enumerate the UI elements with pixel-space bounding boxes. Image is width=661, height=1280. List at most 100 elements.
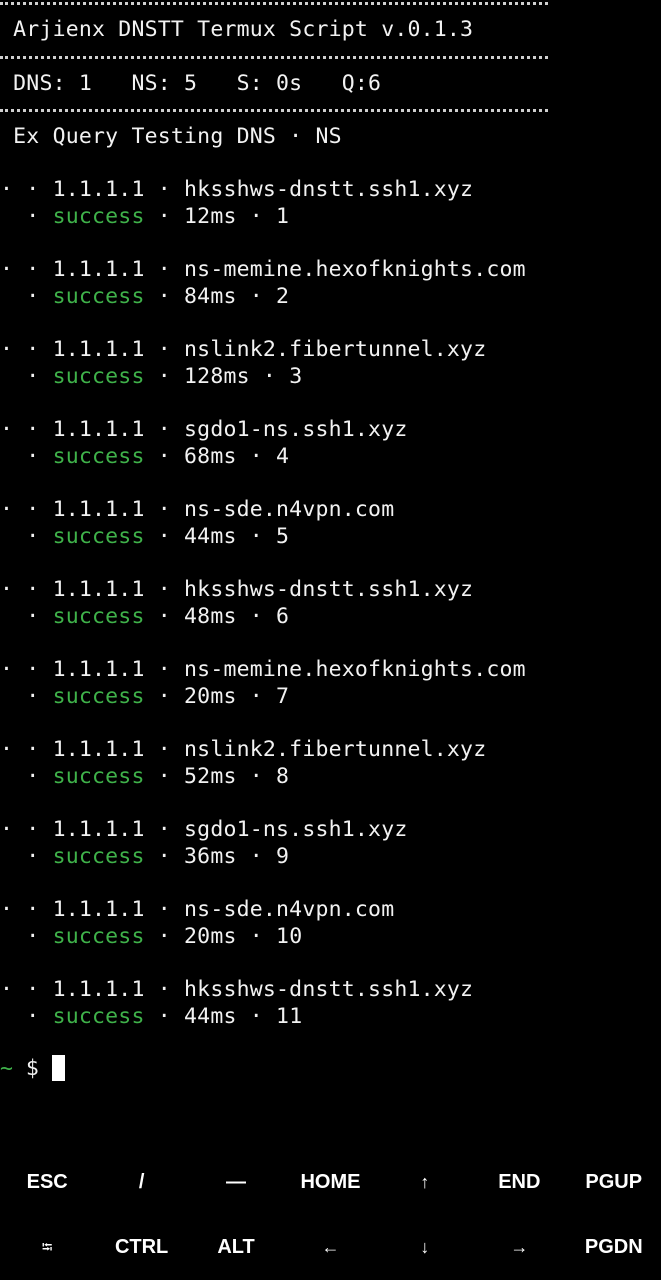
dotted-separator [0, 109, 548, 112]
status-success: success [52, 764, 145, 789]
status-success: success [52, 924, 145, 949]
slash-key[interactable]: / [94, 1150, 188, 1215]
query-index: 6 [276, 604, 290, 629]
status-success: success [52, 364, 145, 389]
result-line: · success · 44ms · 11 [0, 1004, 303, 1029]
result-line: · success · 48ms · 6 [0, 604, 290, 629]
status-success: success [52, 604, 145, 629]
nameserver: ns-memine.hexofknights.com [184, 257, 526, 282]
dns-server: 1.1.1.1 [52, 337, 145, 362]
query-index: 1 [276, 204, 290, 229]
result-line: · success · 68ms · 4 [0, 444, 290, 469]
text-cursor [51, 1055, 65, 1081]
query-line: · · 1.1.1.1 · sgdo1-ns.ssh1.xyz [0, 817, 408, 842]
nameserver: hksshws-dnstt.ssh1.xyz [184, 177, 474, 202]
dns-server: 1.1.1.1 [52, 657, 145, 682]
result-line: · success · 20ms · 7 [0, 684, 290, 709]
result-line: · success · 44ms · 5 [0, 524, 290, 549]
status-success: success [52, 444, 145, 469]
section-heading: Ex Query Testing DNS · NS [13, 124, 342, 149]
query-line: · · 1.1.1.1 · nslink2.fibertunnel.xyz [0, 737, 487, 762]
alt-key[interactable]: ALT [189, 1215, 283, 1280]
dns-server: 1.1.1.1 [52, 897, 145, 922]
dns-server: 1.1.1.1 [52, 577, 145, 602]
dns-server: 1.1.1.1 [52, 257, 145, 282]
query-line: · · 1.1.1.1 · hksshws-dnstt.ssh1.xyz [0, 977, 474, 1002]
response-time: 48ms [184, 604, 237, 629]
arrow-right-key[interactable]: → [472, 1215, 566, 1280]
nameserver: nslink2.fibertunnel.xyz [184, 337, 487, 362]
query-index: 2 [276, 284, 290, 309]
response-time: 52ms [184, 764, 237, 789]
tab-key[interactable]: ⭾ [0, 1215, 94, 1280]
query-index: 3 [289, 364, 303, 389]
result-line: · success · 20ms · 10 [0, 924, 303, 949]
query-line: · · 1.1.1.1 · ns-sde.n4vpn.com [0, 497, 395, 522]
result-line: · success · 52ms · 8 [0, 764, 290, 789]
dns-server: 1.1.1.1 [52, 977, 145, 1002]
query-index: 4 [276, 444, 290, 469]
query-line: · · 1.1.1.1 · hksshws-dnstt.ssh1.xyz [0, 577, 474, 602]
response-time: 68ms [184, 444, 237, 469]
result-line: · success · 36ms · 9 [0, 844, 290, 869]
query-index: 11 [276, 1004, 303, 1029]
arrow-down-key[interactable]: ↓ [378, 1215, 472, 1280]
nameserver: hksshws-dnstt.ssh1.xyz [184, 577, 474, 602]
response-time: 12ms [184, 204, 237, 229]
response-time: 36ms [184, 844, 237, 869]
response-time: 84ms [184, 284, 237, 309]
response-time: 44ms [184, 1004, 237, 1029]
query-line: · · 1.1.1.1 · hksshws-dnstt.ssh1.xyz [0, 177, 474, 202]
arrow-left-key[interactable]: ← [283, 1215, 377, 1280]
nameserver: sgdo1-ns.ssh1.xyz [184, 817, 408, 842]
status-line: DNS: 1 NS: 5 S: 0s Q:6 [13, 71, 382, 96]
response-time: 20ms [184, 924, 237, 949]
result-line: · success · 12ms · 1 [0, 204, 290, 229]
result-line: · success · 128ms · 3 [0, 364, 303, 389]
status-success: success [52, 524, 145, 549]
response-time: 44ms [184, 524, 237, 549]
dns-server: 1.1.1.1 [52, 737, 145, 762]
query-line: · · 1.1.1.1 · ns-sde.n4vpn.com [0, 897, 395, 922]
query-index: 10 [276, 924, 303, 949]
arrow-up-key[interactable]: ↑ [378, 1150, 472, 1215]
dns-server: 1.1.1.1 [52, 497, 145, 522]
status-success: success [52, 204, 145, 229]
query-index: 7 [276, 684, 290, 709]
nameserver: ns-sde.n4vpn.com [184, 897, 395, 922]
nameserver: hksshws-dnstt.ssh1.xyz [184, 977, 474, 1002]
dns-server: 1.1.1.1 [52, 417, 145, 442]
nameserver: nslink2.fibertunnel.xyz [184, 737, 487, 762]
pgup-key[interactable]: PGUP [567, 1150, 661, 1215]
pgdn-key[interactable]: PGDN [567, 1215, 661, 1280]
status-success: success [52, 844, 145, 869]
nameserver: ns-memine.hexofknights.com [184, 657, 526, 682]
status-success: success [52, 684, 145, 709]
esc-key[interactable]: ESC [0, 1150, 94, 1215]
ctrl-key[interactable]: CTRL [94, 1215, 188, 1280]
query-line: · · 1.1.1.1 · sgdo1-ns.ssh1.xyz [0, 417, 408, 442]
shell-prompt[interactable]: ~ $ [0, 1055, 65, 1083]
prompt-symbol: $ [25, 1056, 39, 1081]
dash-key[interactable]: — [189, 1150, 283, 1215]
nameserver: ns-sde.n4vpn.com [184, 497, 395, 522]
end-key[interactable]: END [472, 1150, 566, 1215]
status-success: success [52, 284, 145, 309]
prompt-tilde: ~ [0, 1056, 13, 1081]
result-line: · success · 84ms · 2 [0, 284, 290, 309]
query-line: · · 1.1.1.1 · ns-memine.hexofknights.com [0, 657, 526, 682]
query-line: · · 1.1.1.1 · nslink2.fibertunnel.xyz [0, 337, 487, 362]
script-title: Arjienx DNSTT Termux Script v.0.1.3 [13, 17, 474, 42]
query-index: 5 [276, 524, 290, 549]
query-line: · · 1.1.1.1 · ns-memine.hexofknights.com [0, 257, 526, 282]
extra-keys-bar: ESC / — HOME ↑ END PGUP ⭾ CTRL ALT ← ↓ → PGDN [0, 1150, 661, 1280]
response-time: 128ms [184, 364, 250, 389]
query-index: 9 [276, 844, 290, 869]
dotted-separator [0, 2, 548, 5]
dotted-separator [0, 56, 548, 59]
terminal-output[interactable]: Arjienx DNSTT Termux Script v.0.1.3 DNS:… [0, 0, 661, 1150]
dns-server: 1.1.1.1 [52, 177, 145, 202]
dns-server: 1.1.1.1 [52, 817, 145, 842]
home-key[interactable]: HOME [283, 1150, 377, 1215]
response-time: 20ms [184, 684, 237, 709]
